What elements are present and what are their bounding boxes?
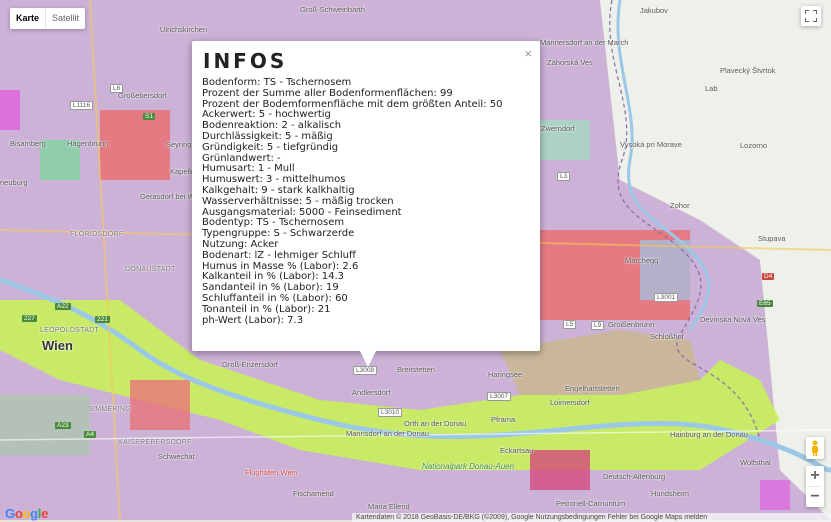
town-label-wolfsthal: Wolfsthal: [740, 458, 771, 467]
info-line: ph-Wert (Labor): 7.3: [202, 314, 304, 326]
road-shield: L3007: [487, 392, 512, 401]
town-label-loimersdorf: Loimersdorf: [550, 398, 590, 407]
road-shield: D4: [762, 273, 775, 280]
fullscreen-icon: [805, 10, 817, 22]
road-shield: L6: [110, 84, 124, 93]
town-label-andlersdorf: Andlersdorf: [352, 388, 391, 397]
info-line: Tonanteil in % (Labor): 21: [202, 303, 331, 315]
road-shield: L3: [557, 172, 571, 181]
town-label-orth: Orth an der Donau: [404, 419, 467, 428]
town-label-hagenbrunn: Hagenbrunn: [67, 139, 109, 148]
town-label-grossebersdorf: Großebersdorf: [118, 91, 167, 100]
zoom-control: + −: [806, 466, 824, 507]
info-title: INFOS: [203, 49, 288, 73]
town-label-zohor: Zohor: [670, 201, 690, 210]
town-label-haringsee: Haringsee: [488, 370, 523, 379]
town-label-devinska: Devínska Nová Ves: [700, 315, 766, 324]
town-label-zwerndorf: Zwerndorf: [541, 124, 575, 133]
town-label-fischamend: Fischamend: [293, 489, 334, 498]
town-label-engelhartstetten: Engelhartstetten: [565, 384, 620, 393]
info-line: Prozent der Summe aller Bodenformenfläch…: [202, 87, 453, 99]
airport-label: Flughafen Wien: [245, 468, 298, 477]
district-label-leopoldstadt: LEOPOLDSTADT: [40, 327, 100, 334]
town-label-pframa: Pframa: [491, 415, 516, 424]
town-label-lab: Lab: [705, 84, 718, 93]
town-label-breitstetten: Breitstetten: [397, 365, 435, 374]
town-label-mannsdorf: Mannsdorf an der Donau: [346, 429, 429, 438]
info-window-tail: [360, 351, 376, 367]
town-label-bisamberg: Bisamberg: [10, 139, 46, 148]
road-shield: 221: [95, 316, 110, 323]
park-label-nationalpark: Nationalpark Donau-Auen: [422, 462, 515, 471]
town-label-grossenbrunn: Groißenbrunn: [608, 320, 655, 329]
road-shield: S1: [143, 113, 155, 120]
fullscreen-button[interactable]: [801, 6, 821, 26]
district-label-kaiserebersdorf: KAISEREBERSDORF: [118, 439, 192, 446]
road-shield: L3010: [378, 408, 403, 417]
town-label-seyring: Seyring: [166, 140, 192, 149]
info-window: × INFOS Bodenform: TS - Tschernosem Proze…: [192, 41, 540, 367]
town-label-gross-enzersdorf: Groß-Enzersdorf: [222, 360, 278, 369]
zoom-in-button[interactable]: +: [806, 466, 824, 486]
town-label-stupava: Stupava: [758, 234, 786, 243]
town-label-lozorno: Lozorno: [740, 141, 768, 150]
road-shield: L3001: [654, 293, 679, 302]
district-label-donaustadt: DONAUSTADT: [125, 266, 176, 273]
town-label-hainburg: Hainburg an der Donau: [670, 430, 748, 439]
road-shield: A23: [55, 422, 71, 429]
town-label-zahorska: Záhorská Ves: [547, 58, 593, 67]
road-shield: L5: [563, 320, 577, 329]
town-label-hundsheim: Hundsheim: [651, 489, 689, 498]
road-shield: L1116: [70, 101, 94, 110]
town-label-marchegg: Marchegg: [625, 256, 659, 265]
info-line: Gründigkeit: 5 - tiefgründig: [202, 141, 339, 153]
pegman-icon: [812, 440, 818, 456]
map-type-button-satellit[interactable]: Satellit: [45, 8, 85, 29]
town-label-petronell: Petronell-Carnuntum: [556, 499, 626, 508]
district-label-floridsdorf: FLORIDSDORF: [70, 231, 124, 238]
district-label-simmering: SIMMERING: [88, 406, 132, 413]
city-label-wien: Wien: [42, 338, 73, 353]
town-label-plavecky: Plavecký Štvrtok: [720, 66, 776, 75]
town-label-eckartsau: Eckartsau: [500, 446, 534, 455]
town-label-maria-ellend: Maria Ellend: [368, 502, 410, 511]
road-shield: E65: [757, 300, 773, 307]
road-shield: A4: [84, 431, 96, 438]
map-type-control: Karte Satellit: [10, 8, 86, 29]
road-shield: L9: [591, 321, 605, 330]
street-view-pegman[interactable]: [806, 437, 824, 459]
map-attribution[interactable]: Kartendaten © 2018 GeoBasis-DE/BKG (©200…: [352, 513, 831, 522]
road-shield: 227: [22, 315, 37, 322]
town-label-ulrichskirchen: Ulrichskirchen: [160, 25, 208, 34]
town-label-schlosshof: Schloßhof: [650, 332, 684, 341]
map-type-button-karte[interactable]: Karte: [10, 8, 45, 29]
road-shield: A22: [55, 303, 71, 310]
town-label-vysoka: Vysoká pri Morave: [620, 140, 682, 149]
info-lines: Bodenform: TS - Tschernosem Prozent der S…: [202, 77, 502, 326]
road-shield: L3008: [353, 366, 378, 375]
info-line: Bodenart: lZ - lehmiger Schluff: [202, 249, 356, 261]
town-label-schwechat: Schwechat: [158, 452, 195, 461]
google-logo[interactable]: Google: [5, 506, 48, 521]
town-label-korneuburg: neuburg: [0, 178, 28, 187]
info-line: Wasserverhältnisse: 5 - mäßig trocken: [202, 195, 394, 207]
town-label-deutsch-altenburg: Deutsch-Altenburg: [603, 472, 666, 481]
town-label-jakubov: Jakubov: [640, 6, 668, 15]
zoom-out-button[interactable]: −: [806, 487, 824, 507]
town-label-gross-schweinbarth: Groß-Schweinbarth: [300, 5, 366, 14]
close-icon[interactable]: ×: [524, 46, 532, 61]
town-label-mannersdorf: Mannersdorf an der March: [540, 38, 629, 47]
